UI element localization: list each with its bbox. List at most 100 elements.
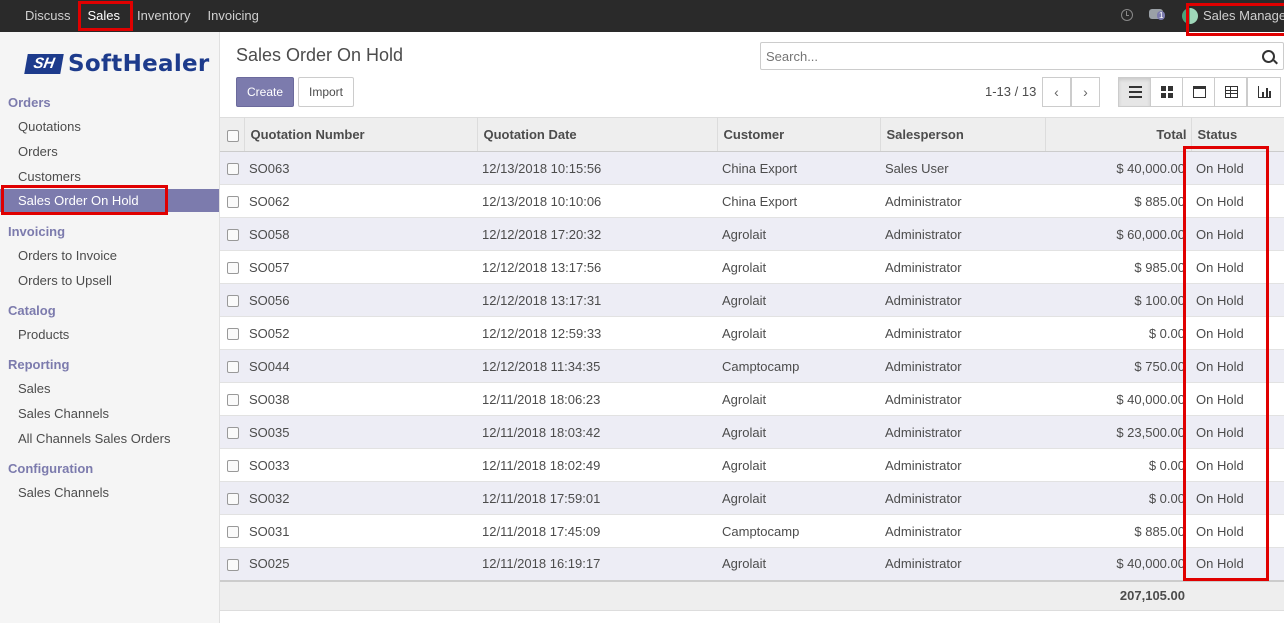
sidebar-item-quotations[interactable]: Quotations (18, 119, 81, 134)
menu-inventory[interactable]: Inventory (126, 0, 196, 32)
pager-next-button[interactable]: › (1071, 77, 1100, 107)
row-select-cell (220, 250, 244, 284)
table-row[interactable]: SO044 12/12/2018 11:34:35 Camptocamp Admini… (220, 349, 1284, 383)
view-pivot-button[interactable] (1214, 77, 1247, 107)
cell-quotation-date: 12/11/2018 17:59:01 (477, 481, 717, 515)
cell-quotation-date: 12/11/2018 17:45:09 (477, 514, 717, 548)
table-row[interactable]: SO057 12/12/2018 13:17:56 Agrolait Administ… (220, 250, 1284, 284)
view-list-button[interactable] (1118, 77, 1151, 107)
cell-salesperson: Administrator (880, 514, 1045, 548)
table-header-row: Quotation Number Quotation Date Customer… (220, 117, 1284, 152)
graph-view-icon (1258, 86, 1271, 98)
row-select-cell (220, 382, 244, 416)
cell-customer: Agrolait (717, 316, 880, 350)
cell-quotation-date: 12/11/2018 18:06:23 (477, 382, 717, 416)
row-checkbox[interactable] (227, 493, 239, 506)
sidebar-item-sales[interactable]: Sales (18, 381, 51, 396)
pager-value[interactable]: 1-13 / 13 (985, 84, 1036, 99)
cell-customer: Agrolait (717, 415, 880, 449)
cell-quotation-date: 12/11/2018 18:02:49 (477, 448, 717, 482)
kanban-view-icon (1161, 86, 1174, 98)
cell-customer: Agrolait (717, 217, 880, 251)
sidebar: SH SoftHealer Orders Quotations Orders C… (0, 32, 220, 623)
cell-quotation-date: 12/12/2018 13:17:56 (477, 250, 717, 284)
row-checkbox[interactable] (227, 427, 239, 440)
sidebar-item-orders-to-invoice[interactable]: Orders to Invoice (18, 248, 117, 263)
row-checkbox[interactable] (227, 526, 239, 539)
cell-customer: Agrolait (717, 448, 880, 482)
sidebar-item-all-channels-sales-orders[interactable]: All Channels Sales Orders (18, 431, 170, 446)
column-total[interactable]: Total (1045, 117, 1192, 152)
table-row[interactable]: SO035 12/11/2018 18:03:42 Agrolait Administ… (220, 415, 1284, 449)
row-checkbox[interactable] (227, 328, 239, 341)
cell-quotation-date: 12/11/2018 16:19:17 (477, 547, 717, 581)
sidebar-item-orders-to-upsell[interactable]: Orders to Upsell (18, 273, 112, 288)
column-quotation-number[interactable]: Quotation Number (244, 117, 478, 152)
app-menu: Discuss Sales Inventory Invoicing (14, 0, 265, 32)
row-select-cell (220, 448, 244, 482)
sidebar-item-orders[interactable]: Orders (18, 144, 58, 159)
activity-clock-icon[interactable] (1121, 9, 1133, 21)
table-row[interactable]: SO033 12/11/2018 18:02:49 Agrolait Administ… (220, 448, 1284, 482)
search-input[interactable] (766, 49, 1246, 64)
sidebar-item-customers[interactable]: Customers (18, 169, 81, 184)
table-row[interactable]: SO063 12/13/2018 10:15:56 China Export Sale… (220, 151, 1284, 185)
sidebar-item-products[interactable]: Products (18, 327, 69, 342)
row-checkbox[interactable] (227, 361, 239, 374)
highlight-on-hold-menu (1, 185, 168, 215)
menu-discuss[interactable]: Discuss (14, 0, 77, 32)
view-graph-button[interactable] (1247, 77, 1281, 107)
table-row[interactable]: SO056 12/12/2018 13:17:31 Agrolait Administ… (220, 283, 1284, 317)
table-row[interactable]: SO038 12/11/2018 18:06:23 Agrolait Administ… (220, 382, 1284, 416)
cell-total: $ 885.00 (1045, 514, 1191, 548)
cell-quotation-number: SO032 (244, 481, 477, 515)
row-checkbox[interactable] (227, 163, 239, 176)
cell-quotation-date: 12/11/2018 18:03:42 (477, 415, 717, 449)
cell-total: $ 60,000.00 (1045, 217, 1191, 251)
cell-quotation-number: SO035 (244, 415, 477, 449)
select-all-checkbox[interactable] (227, 129, 239, 142)
column-customer[interactable]: Customer (717, 117, 881, 152)
table-row[interactable]: SO025 12/11/2018 16:19:17 Agrolait Administ… (220, 547, 1284, 581)
row-checkbox[interactable] (227, 262, 239, 275)
sidebar-item-sales-channels[interactable]: Sales Channels (18, 406, 109, 421)
column-quotation-date[interactable]: Quotation Date (477, 117, 718, 152)
menu-invoicing[interactable]: Invoicing (197, 0, 265, 32)
row-checkbox[interactable] (227, 295, 239, 308)
import-button[interactable]: Import (298, 77, 354, 107)
cell-customer: Agrolait (717, 283, 880, 317)
cell-salesperson: Administrator (880, 448, 1045, 482)
cell-total: $ 0.00 (1045, 316, 1191, 350)
cell-quotation-number: SO063 (244, 151, 477, 185)
row-select-cell (220, 316, 244, 350)
column-salesperson[interactable]: Salesperson (880, 117, 1046, 152)
row-checkbox[interactable] (227, 196, 239, 209)
cell-total: $ 23,500.00 (1045, 415, 1191, 449)
cell-quotation-number: SO025 (244, 547, 477, 581)
messages-count-badge: 1 (1157, 11, 1166, 20)
row-select-cell (220, 481, 244, 515)
cell-salesperson: Administrator (880, 217, 1045, 251)
sidebar-item-config-sales-channels[interactable]: Sales Channels (18, 485, 109, 500)
cell-quotation-number: SO033 (244, 448, 477, 482)
row-checkbox[interactable] (227, 460, 239, 473)
section-catalog: Catalog (8, 303, 56, 318)
cell-salesperson: Sales User (880, 151, 1045, 185)
view-kanban-button[interactable] (1150, 77, 1183, 107)
table-row[interactable]: SO031 12/11/2018 17:45:09 Camptocamp Admini… (220, 514, 1284, 548)
table-row[interactable]: SO052 12/12/2018 12:59:33 Agrolait Administ… (220, 316, 1284, 350)
table-row[interactable]: SO032 12/11/2018 17:59:01 Agrolait Administ… (220, 481, 1284, 515)
table-row[interactable]: SO062 12/13/2018 10:10:06 China Export Admi… (220, 184, 1284, 218)
view-calendar-button[interactable] (1182, 77, 1215, 107)
pager-previous-button[interactable]: ‹ (1042, 77, 1071, 107)
cell-quotation-date: 12/12/2018 17:20:32 (477, 217, 717, 251)
row-checkbox[interactable] (227, 229, 239, 242)
company-logo[interactable]: SH SoftHealer (24, 51, 210, 77)
table-row[interactable]: SO058 12/12/2018 17:20:32 Agrolait Administ… (220, 217, 1284, 251)
row-select-cell (220, 283, 244, 317)
create-button[interactable]: Create (236, 77, 294, 107)
cell-quotation-number: SO031 (244, 514, 477, 548)
row-checkbox[interactable] (227, 558, 239, 571)
search-icon[interactable] (1262, 50, 1275, 63)
row-checkbox[interactable] (227, 394, 239, 407)
